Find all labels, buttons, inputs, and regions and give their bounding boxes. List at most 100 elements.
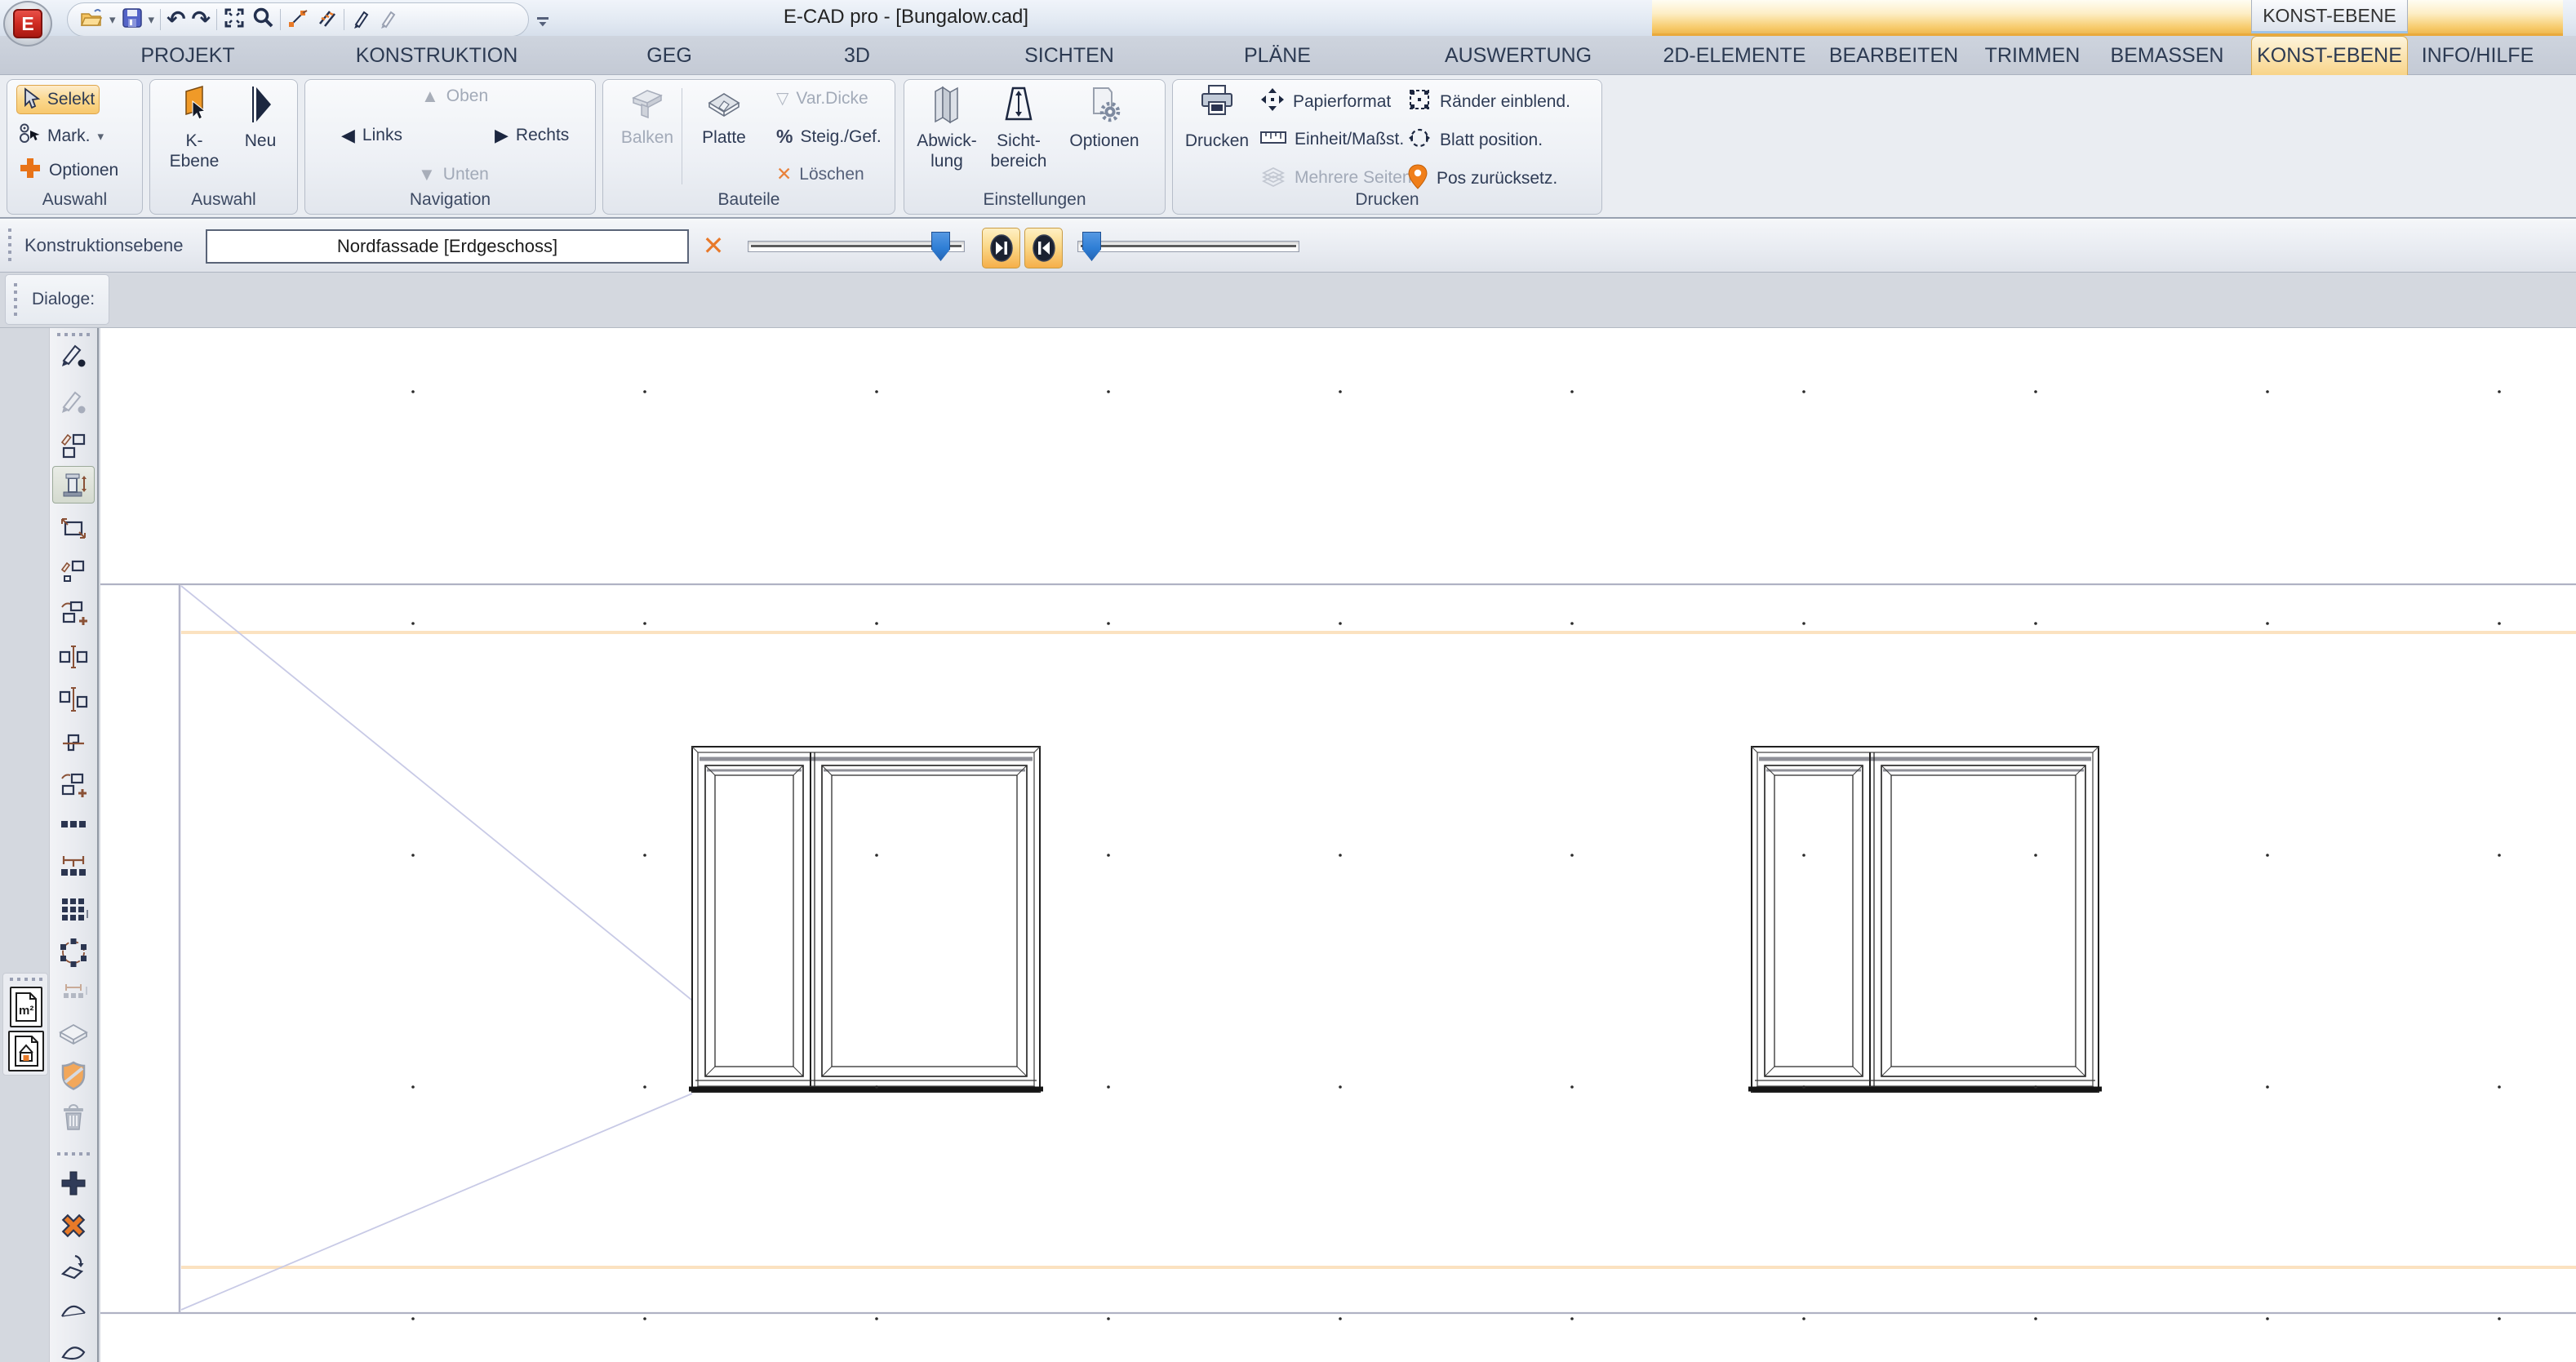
svg-text:m²: m²: [19, 1004, 33, 1018]
toolbar-drag-handle[interactable]: [8, 228, 11, 264]
tab-trimmen[interactable]: TRIMMEN: [1975, 36, 2090, 75]
steigung-button[interactable]: % Steig./Gef.: [776, 126, 882, 148]
layer-clear-button[interactable]: ✕: [695, 227, 731, 264]
ribbon-group-auswahl-2: K-Ebene Neu Auswahl: [149, 79, 298, 215]
building-document-button[interactable]: [8, 1031, 44, 1071]
arc-closed-button[interactable]: [52, 1333, 95, 1362]
delete-x-button[interactable]: [52, 1207, 95, 1244]
sichtbereich-button[interactable]: Sicht-bereich: [984, 83, 1053, 171]
tab-bemassen[interactable]: BEMASSEN: [2106, 36, 2228, 75]
contour-edit-button[interactable]: [52, 426, 95, 464]
trash-button[interactable]: [52, 1099, 95, 1137]
pos-zuruecksetzen-button[interactable]: Pos zurücksetz.: [1406, 163, 1557, 193]
tab-3d[interactable]: 3D: [816, 36, 898, 75]
ribbon-group-drucken: Drucken Papierformat Einheit/Maßst. Mehr…: [1172, 79, 1602, 215]
arc-open-button[interactable]: [52, 1291, 95, 1329]
raender-einblenden-button[interactable]: Ränder einblend.: [1406, 87, 1570, 117]
pen-draw-button[interactable]: [52, 336, 95, 374]
var-dicke-button[interactable]: ▽ Var.Dicke: [776, 88, 868, 109]
house-document-icon: [12, 1035, 40, 1067]
open-folder-icon[interactable]: [79, 7, 104, 33]
layer-slider-right[interactable]: [1077, 241, 1299, 252]
redo-icon[interactable]: ↷: [192, 8, 211, 31]
pen-alt-icon[interactable]: [377, 7, 398, 33]
optionen-button[interactable]: Optionen: [19, 157, 118, 184]
abwicklung-button[interactable]: Abwick-lung: [913, 83, 981, 171]
platte-button[interactable]: Platte: [691, 85, 757, 148]
protect-shield-button[interactable]: [52, 1057, 95, 1094]
mark-dropdown-icon: ▾: [98, 129, 104, 144]
array-circle-button[interactable]: [52, 934, 95, 971]
k-ebene-button[interactable]: K-Ebene: [165, 83, 224, 171]
insert-press-tool-button[interactable]: [52, 466, 95, 504]
undo-icon[interactable]: ↶: [167, 8, 185, 31]
skip-to-end-button[interactable]: [982, 228, 1020, 268]
zoom-magnifier-icon[interactable]: [251, 7, 274, 33]
einheit-massstab-button[interactable]: Einheit/Maßst.: [1259, 125, 1404, 153]
skip-backward-icon: [1030, 233, 1058, 264]
save-icon[interactable]: [122, 7, 143, 33]
tab-bearbeiten[interactable]: BEARBEITEN: [1824, 36, 1963, 75]
panel-drag-handle[interactable]: [10, 978, 42, 981]
distribute-small-disabled-button[interactable]: [52, 973, 95, 1010]
array-grid-button[interactable]: [52, 891, 95, 929]
tab-2d-elemente[interactable]: 2D-ELEMENTE: [1661, 36, 1808, 75]
pen-icon[interactable]: [350, 7, 371, 33]
tab-geg[interactable]: GEG: [620, 36, 718, 75]
tab-konst-ebene[interactable]: KONST-EBENE: [2251, 36, 2408, 75]
distribute-button[interactable]: [52, 848, 95, 885]
contour-edit-small-button[interactable]: [52, 552, 95, 590]
contour-add-button[interactable]: [52, 595, 95, 632]
measure-icon[interactable]: [286, 7, 309, 33]
oben-button[interactable]: ▲ Oben: [421, 87, 488, 106]
area-plan-document-button[interactable]: m²: [10, 987, 42, 1027]
einstellungen-optionen-button[interactable]: Optionen: [1059, 83, 1149, 151]
slab-disabled-button[interactable]: [52, 1015, 95, 1053]
cad-window-drawing-left[interactable]: [689, 747, 1043, 1092]
select-cursor-icon: [21, 87, 41, 113]
element-add-button[interactable]: [52, 766, 95, 804]
parallel-lines-icon[interactable]: [315, 7, 338, 33]
layer-name-field[interactable]: [206, 229, 689, 264]
align-row-button[interactable]: [52, 805, 95, 843]
mehrere-seiten-button[interactable]: Mehrere Seiten: [1259, 163, 1412, 192]
cad-window-drawing-right[interactable]: [1748, 747, 2102, 1092]
tab-plaene[interactable]: PLÄNE: [1216, 36, 1339, 75]
zoom-extents-icon[interactable]: [223, 7, 246, 33]
tab-info-hilfe[interactable]: INFO/HILFE: [2414, 36, 2541, 75]
save-dropdown-icon[interactable]: ▾: [149, 12, 155, 27]
balken-button[interactable]: Balken: [615, 85, 680, 148]
ribbon-group-bauteile: Balken Platte ▽ Var.Dicke % Steig./Gef. …: [602, 79, 895, 215]
tab-auswertung[interactable]: AUSWERTUNG: [1445, 36, 1592, 75]
rechts-button[interactable]: ▶ Rechts: [495, 126, 569, 145]
loeschen-button[interactable]: ✕ Löschen: [776, 163, 864, 185]
rotate-button[interactable]: [52, 1249, 95, 1286]
selekt-button[interactable]: Selekt: [16, 85, 100, 114]
pen-draw-disabled-button[interactable]: [52, 383, 95, 420]
ribbon-group-einstellungen: Abwick-lung Sicht-bereich Optionen Einst…: [904, 79, 1166, 215]
blatt-position-button[interactable]: Blatt position.: [1406, 125, 1543, 155]
tab-konstruktion[interactable]: KONSTRUKTION: [359, 36, 514, 75]
mirror-vertical-button[interactable]: [52, 681, 95, 718]
transform-box-button[interactable]: [52, 509, 95, 547]
tab-sichten[interactable]: SICHTEN: [1004, 36, 1135, 75]
contextual-tab-group-label: KONST-EBENE: [2251, 0, 2408, 33]
add-cross-button[interactable]: [52, 1165, 95, 1202]
papierformat-button[interactable]: Papierformat: [1259, 87, 1391, 117]
neu-button[interactable]: Neu: [235, 83, 286, 151]
tab-projekt[interactable]: PROJEKT: [114, 36, 261, 75]
mirror-element-button[interactable]: [52, 724, 95, 761]
links-button[interactable]: ◀ Links: [341, 126, 402, 145]
unten-button[interactable]: ▼ Unten: [418, 165, 489, 184]
dialoge-panel-tab[interactable]: Dialoge:: [5, 274, 109, 325]
mark-button[interactable]: Mark. ▾: [19, 122, 104, 149]
skip-to-start-button[interactable]: [1024, 228, 1063, 268]
customize-toolbar-icon[interactable]: [535, 15, 553, 31]
drucken-button[interactable]: Drucken: [1183, 83, 1251, 151]
toolbar-drag-handle[interactable]: [57, 1152, 91, 1156]
panel-drag-handle[interactable]: [14, 283, 17, 317]
application-menu-button[interactable]: E: [3, 1, 52, 47]
open-dropdown-icon[interactable]: ▾: [109, 12, 116, 27]
mirror-horizontal-button[interactable]: [52, 638, 95, 676]
drawing-canvas[interactable]: [100, 328, 2576, 1362]
